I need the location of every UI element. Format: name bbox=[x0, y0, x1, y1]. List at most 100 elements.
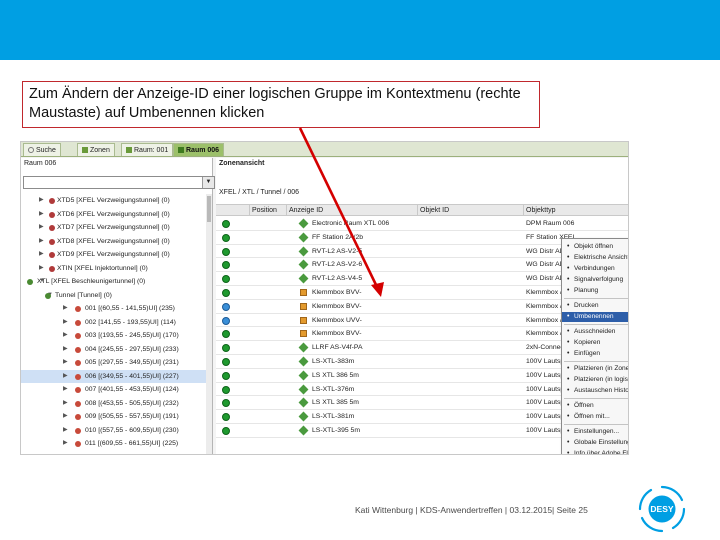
menu-item[interactable]: Elektrische Ansicht bbox=[562, 253, 628, 263]
expand-icon[interactable]: ▶ bbox=[63, 437, 68, 451]
expand-icon[interactable]: ▶ bbox=[39, 194, 44, 208]
menu-item[interactable]: Kopieren bbox=[562, 338, 628, 348]
object-type-icon bbox=[298, 342, 309, 353]
node-icon bbox=[75, 319, 81, 326]
expand-icon[interactable]: ▶ bbox=[63, 424, 68, 438]
tree-item[interactable]: ▶ 003 [(193,55 - 245,55)UI] (170) bbox=[21, 329, 207, 343]
tree-item-label: XTD8 [XFEL Verzweigungstunnel] (0) bbox=[57, 237, 170, 245]
menu-item[interactable]: Ausschneiden bbox=[562, 327, 628, 337]
object-type-icon bbox=[300, 302, 307, 310]
scrollbar-thumb[interactable] bbox=[207, 196, 211, 222]
tree-item[interactable]: ▶ 011 [(609,55 - 661,55)UI] (225) bbox=[21, 437, 207, 451]
tab-raum-006[interactable]: Raum 006 bbox=[173, 143, 225, 156]
expand-icon[interactable]: ▶ bbox=[39, 248, 44, 262]
expand-icon[interactable]: ▶ bbox=[63, 343, 68, 357]
menu-item[interactable]: Platzieren (in Zone) bbox=[562, 364, 628, 374]
expand-icon[interactable]: ▶ bbox=[39, 262, 44, 276]
tab-suche[interactable]: Suche bbox=[23, 143, 61, 156]
search-icon bbox=[28, 147, 34, 153]
tree-item[interactable]: ▶ 004 [(245,55 - 297,55)UI] (233) bbox=[21, 343, 207, 357]
room-tree: ▶ XTD5 [XFEL Verzweigungstunnel] (0) ▶ XTD6… bbox=[21, 194, 207, 451]
menu-item[interactable]: Globale Einstellungen... bbox=[562, 438, 628, 448]
chevron-down-icon[interactable]: ▼ bbox=[202, 177, 214, 188]
tree-item[interactable]: ▶ XTD5 [XFEL Verzweigungstunnel] (0) bbox=[21, 194, 207, 208]
node-icon bbox=[75, 387, 81, 393]
expand-icon[interactable]: ▶ bbox=[63, 316, 68, 330]
node-icon bbox=[75, 441, 81, 447]
tree-item[interactable]: ▶ 002 [141,55 - 193,55)UI] (114) bbox=[21, 316, 207, 330]
cell-anzeige: Klemmbox UVV- bbox=[312, 316, 362, 324]
status-icon bbox=[222, 385, 230, 394]
status-icon bbox=[222, 233, 230, 242]
menu-item[interactable]: Einstellungen... bbox=[562, 427, 628, 437]
node-icon bbox=[75, 306, 81, 312]
cell-anzeige: RVT-L2 AS-V2-5 bbox=[312, 247, 363, 255]
menu-item[interactable]: Einfügen bbox=[562, 349, 628, 359]
tree-item[interactable]: ▶ 006 [(349,55 - 401,55)UI] (227) bbox=[21, 369, 207, 384]
tree-item-label: XTD5 [XFEL Verzweigungstunnel] (0) bbox=[57, 197, 170, 204]
menu-item[interactable]: Signalverfolgung bbox=[562, 275, 628, 285]
expand-icon[interactable]: ▶ bbox=[63, 397, 68, 411]
expand-icon[interactable]: ▶ bbox=[39, 208, 44, 222]
tree-item-label: XTIN [XFEL Injektortunnel] (0) bbox=[57, 264, 148, 272]
tree-item[interactable]: ▶ XTD7 [XFEL Verzweigungstunnel] (0) bbox=[21, 221, 207, 235]
expand-icon[interactable]: ▶ bbox=[63, 370, 68, 384]
instruction-callout: Zum Ändern der Anzeige-ID einer logische… bbox=[22, 81, 540, 128]
object-type-icon bbox=[298, 425, 309, 436]
tab-zonen[interactable]: Zonen bbox=[77, 143, 115, 156]
menu-item[interactable]: Öffnen mit... bbox=[562, 412, 628, 422]
column-position[interactable]: Position bbox=[250, 205, 287, 216]
room-icon bbox=[126, 147, 132, 153]
tab-bar: Suche Zonen Raum: 001 Raum 006 bbox=[21, 142, 628, 157]
tree-scrollbar[interactable] bbox=[206, 194, 212, 454]
cell-anzeige: LS XTL 386 5m bbox=[312, 371, 359, 379]
expand-icon[interactable]: ▶ bbox=[63, 410, 68, 424]
expand-icon[interactable]: ▶ bbox=[63, 356, 68, 370]
column-objekt-id[interactable]: Objekt ID bbox=[418, 205, 524, 216]
tree-item-label: 009 [(505,55 - 557,55)UI] (191) bbox=[85, 413, 179, 420]
menu-item[interactable]: Öffnen bbox=[562, 401, 628, 411]
menu-item[interactable]: Planung bbox=[562, 286, 628, 296]
menu-item[interactable]: Platzieren (in logische Gruppierung) bbox=[562, 375, 628, 385]
menu-item[interactable]: Drucken bbox=[562, 301, 628, 311]
tree-item[interactable]: ▶ 007 [(401,55 - 453,55)UI] (124) bbox=[21, 383, 207, 397]
tree-item[interactable]: ▶ 009 [(505,55 - 557,55)UI] (191) bbox=[21, 410, 207, 424]
expand-icon[interactable]: ▶ bbox=[39, 221, 44, 235]
menu-item[interactable]: Objekt öffnen bbox=[562, 242, 628, 252]
menu-item[interactable]: Umbenennen bbox=[562, 312, 628, 322]
menu-item[interactable]: Info über Adobe Flash Player 19.0.0.245 bbox=[562, 449, 628, 454]
table-row[interactable]: Electronic Raum XTL 006 DPM Raum 006 bbox=[216, 217, 628, 231]
status-icon bbox=[222, 371, 230, 380]
expand-icon[interactable]: ▶ bbox=[63, 383, 68, 397]
node-icon bbox=[75, 333, 81, 339]
column-objekttyp[interactable]: Objekttyp bbox=[524, 205, 628, 216]
tree-item[interactable]: ▶ XTD6 [XFEL Verzweigungstunnel] (0) bbox=[21, 208, 207, 222]
tree-item[interactable]: ▼Tunnel [Tunnel] (0) bbox=[21, 289, 207, 303]
tree-item[interactable]: ▶ XTD8 [XFEL Verzweigungstunnel] (0) bbox=[21, 235, 207, 249]
tree-item-label: 005 [(297,55 - 349,55)UI] (231) bbox=[85, 359, 179, 366]
tree-item[interactable]: ▶ 008 [(453,55 - 505,55)UI] (232) bbox=[21, 397, 207, 411]
tree-item[interactable]: ▶ 001 [(60,55 - 141,55)UI] (235) bbox=[21, 302, 207, 316]
node-icon bbox=[75, 360, 81, 366]
tree-item[interactable]: ▶ 005 [(297,55 - 349,55)UI] (231) bbox=[21, 356, 207, 370]
menu-item[interactable]: Verbindungen bbox=[562, 264, 628, 274]
expand-icon[interactable]: ▶ bbox=[39, 235, 44, 249]
room-search-input[interactable]: ▼ bbox=[23, 176, 215, 189]
node-icon bbox=[75, 427, 81, 434]
menu-item[interactable]: Austauschen Historie bbox=[562, 386, 628, 396]
cell-anzeige: Klemmbox BVV- bbox=[312, 302, 362, 310]
tree-item[interactable]: ▶ XTIN [XFEL Injektortunnel] (0) bbox=[21, 262, 207, 276]
tree-item[interactable]: ▼ XTL [XFEL Beschleunigertunnel] (0) bbox=[21, 275, 207, 289]
tab-raum-001[interactable]: Raum: 001 bbox=[121, 143, 174, 156]
tree-item-label: Tunnel [Tunnel] (0) bbox=[55, 291, 112, 299]
object-type-icon bbox=[298, 356, 309, 367]
expand-icon[interactable]: ▶ bbox=[63, 329, 68, 343]
context-menu: Objekt öffnenElektrische AnsichtVerbindu… bbox=[561, 238, 628, 454]
tree-item-label: 003 [(193,55 - 245,55)UI] (170) bbox=[85, 332, 179, 339]
column-anzeige-id[interactable]: Anzeige ID bbox=[287, 205, 418, 216]
tree-item[interactable]: ▶ XTD9 [XFEL Verzweigungstunnel] (0) bbox=[21, 248, 207, 262]
cell-anzeige: LLRF AS-V4f-PA bbox=[312, 344, 363, 352]
node-icon bbox=[49, 238, 55, 245]
expand-icon[interactable]: ▶ bbox=[63, 302, 68, 316]
tree-item[interactable]: ▶ 010 [(557,55 - 609,55)UI] (230) bbox=[21, 424, 207, 438]
